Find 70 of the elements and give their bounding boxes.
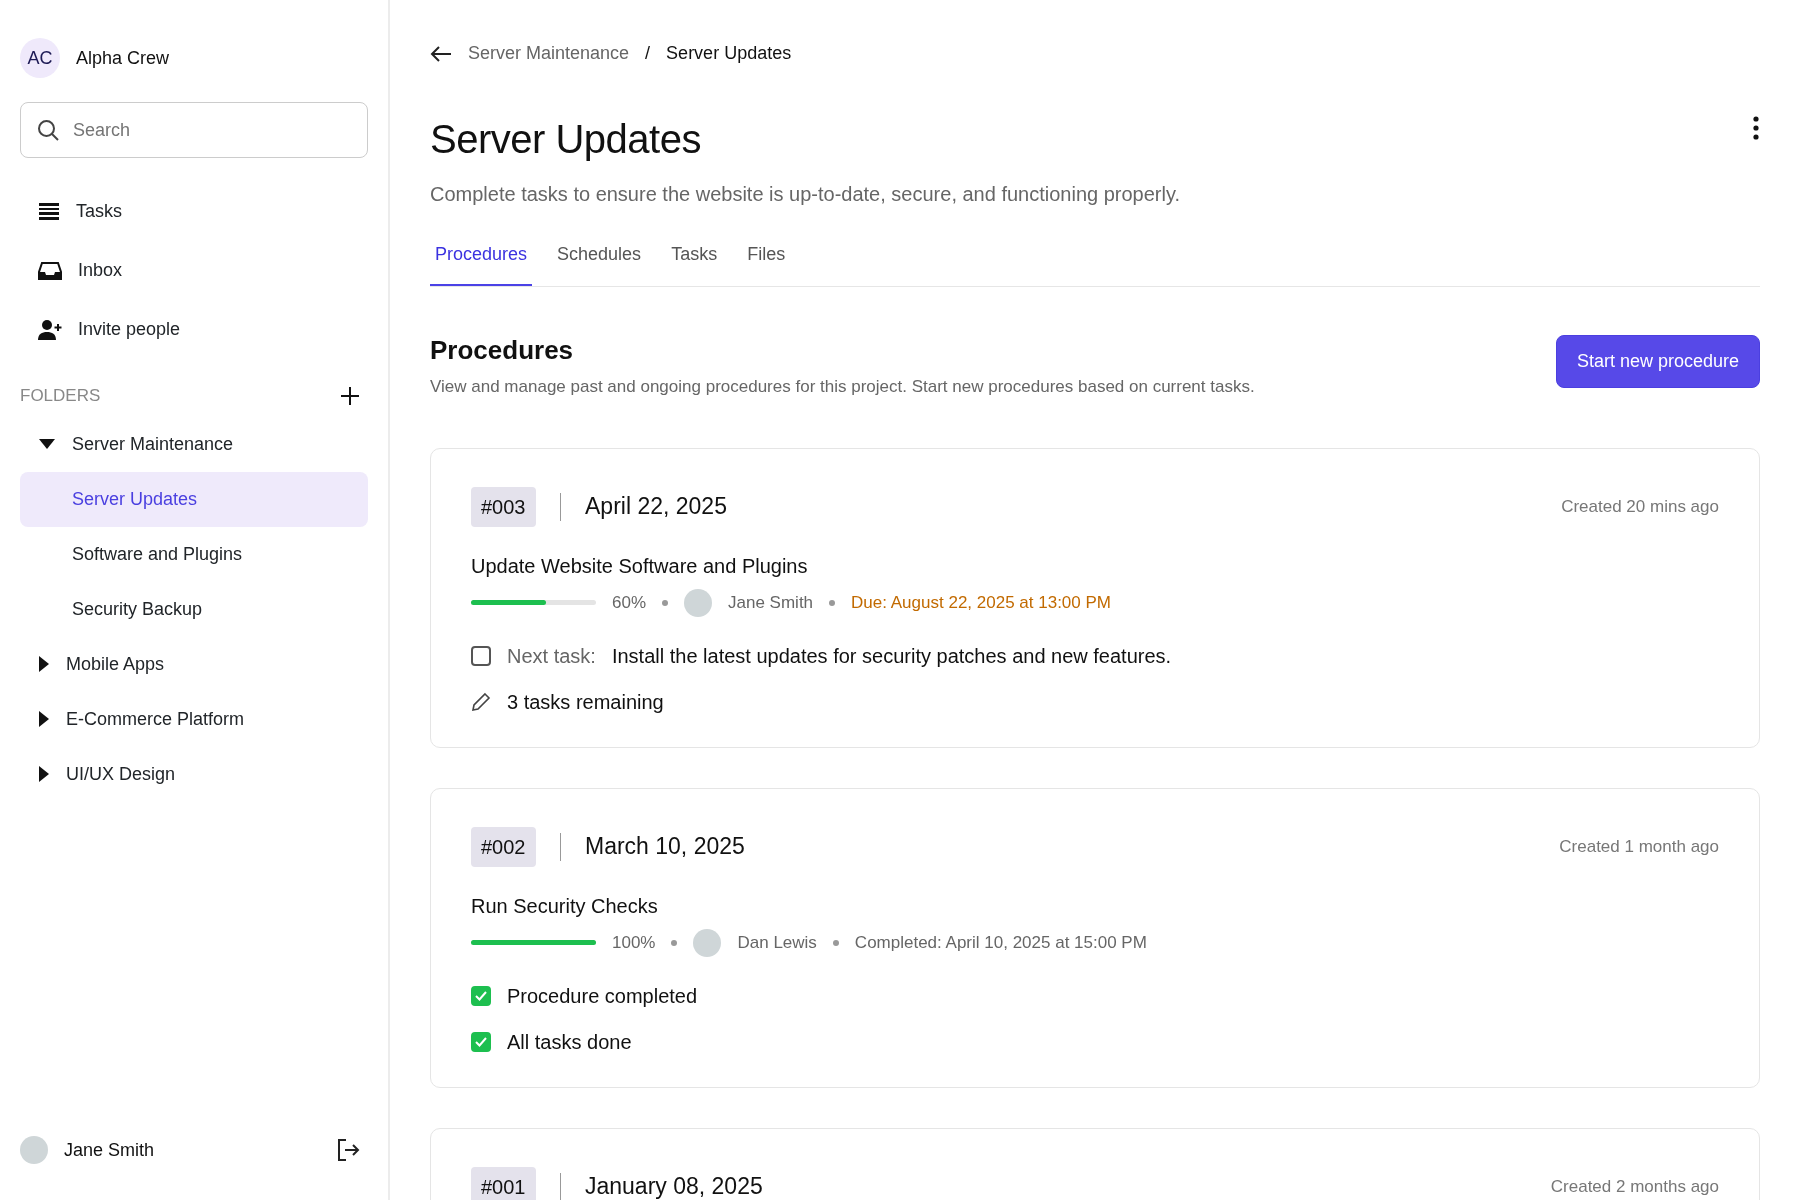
procedure-date: January 08, 2025 (585, 1172, 763, 1200)
created-time: Created 1 month ago (1559, 835, 1719, 858)
breadcrumb-item: Server Updates (666, 42, 792, 65)
page-subtitle: Complete tasks to ensure the website is up-to-date, secure, and functioning properly. (430, 182, 1181, 207)
pencil-icon (471, 691, 491, 712)
folders-heading: FOLDERS (20, 385, 101, 407)
more-icon[interactable] (1752, 115, 1760, 141)
add-user-icon (38, 318, 62, 341)
tab[interactable]: Procedures (430, 233, 533, 286)
folder-item[interactable]: Security Backup (20, 581, 368, 637)
back-arrow-icon[interactable] (430, 44, 452, 63)
avatar (20, 1136, 48, 1164)
workspace-avatar: AC (20, 38, 60, 78)
checkbox[interactable] (471, 1031, 491, 1052)
caret-right-icon (38, 765, 50, 783)
check-icon (475, 1036, 487, 1047)
deadline-text: Due: August 22, 2025 at 13:00 PM (851, 591, 1111, 614)
procedure-date: April 22, 2025 (585, 492, 727, 522)
page-title: Server Updates (430, 116, 702, 163)
tab[interactable]: Schedules (552, 233, 647, 286)
checklist-item: Procedure completed (507, 983, 698, 1009)
created-time: Created 2 months ago (1550, 1175, 1719, 1198)
nav-item[interactable]: Inbox (20, 241, 368, 300)
folder-item[interactable]: Server Updates (20, 471, 368, 527)
breadcrumb-item[interactable]: Server Maintenance (468, 40, 630, 67)
assignee-name: Jane Smith (728, 591, 814, 614)
start-procedure-button[interactable]: Start new procedure (1555, 335, 1760, 388)
created-time: Created 20 mins ago (1561, 495, 1719, 518)
assignee-avatar (684, 588, 713, 617)
folder-item[interactable]: Software and Plugins (20, 526, 368, 582)
procedure-number: #003 (471, 486, 536, 527)
procedure-date: March 10, 2025 (585, 832, 745, 862)
caret-down-icon (38, 438, 56, 450)
next-task-label: Next task: (507, 643, 596, 669)
plus-icon[interactable] (340, 385, 360, 406)
nav-item[interactable]: Invite people (20, 300, 368, 359)
section-description: View and manage past and ongoing procedures for this project. Start new procedures based on current tasks. (430, 376, 1255, 399)
tasks-remaining: 3 tasks remaining (507, 689, 664, 715)
caret-right-icon (38, 655, 50, 673)
folder-item[interactable]: Mobile Apps (20, 636, 368, 692)
user-name: Jane Smith (64, 1138, 156, 1162)
folder-item[interactable]: UI/UX Design (20, 746, 368, 802)
folder-item[interactable]: E-Commerce Platform (20, 691, 368, 747)
deadline-text: Completed: April 10, 2025 at 15:00 PM (854, 931, 1147, 954)
logout-icon[interactable] (336, 1138, 360, 1162)
checklist-item: All tasks done (507, 1029, 632, 1055)
caret-right-icon (38, 710, 50, 728)
progress-percent: 100% (612, 931, 656, 954)
check-icon (475, 990, 487, 1001)
assignee-name: Dan Lewis (737, 931, 817, 954)
procedure-number: #001 (471, 1166, 536, 1200)
assignee-avatar (693, 928, 722, 957)
procedure-title: Run Security Checks (471, 893, 659, 919)
tab[interactable]: Tasks (666, 233, 723, 286)
folder-item[interactable]: Server Maintenance (20, 416, 368, 472)
search-icon (37, 119, 59, 141)
section-title: Procedures (430, 335, 575, 367)
tab[interactable]: Files (742, 233, 791, 286)
list-icon (38, 201, 60, 222)
workspace-name: Alpha Crew (76, 46, 170, 70)
checkbox[interactable] (471, 985, 491, 1006)
next-task-text: Install the latest updates for security patches and new features. (611, 643, 1172, 669)
checkbox[interactable] (471, 645, 491, 666)
breadcrumb-separator: / (645, 42, 651, 65)
procedure-number: #002 (471, 826, 536, 867)
search-field[interactable]: Search (20, 102, 368, 158)
progress-percent: 60% (612, 591, 647, 614)
procedure-title: Update Website Software and Plugins (471, 553, 809, 579)
inbox-icon (38, 260, 62, 281)
nav-item[interactable]: Tasks (20, 182, 368, 241)
